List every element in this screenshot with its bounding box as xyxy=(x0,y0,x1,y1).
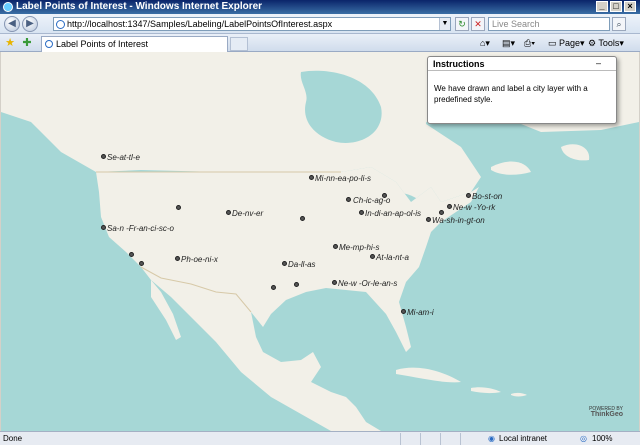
page-menu-label: Page xyxy=(559,38,581,48)
new-tab-button[interactable] xyxy=(230,37,248,51)
city-marker[interactable] xyxy=(176,205,181,210)
city-marker[interactable] xyxy=(309,175,314,180)
window-title-bar: Label Points of Interest - Windows Inter… xyxy=(0,0,640,14)
back-button[interactable]: ◀ xyxy=(4,16,20,32)
thinkgeo-logo: POWERED BY ThinkGeo xyxy=(575,406,623,424)
instructions-title: Instructions xyxy=(428,57,616,71)
city-label: Ph-oe-ni-x xyxy=(181,255,218,264)
address-dropdown-icon[interactable]: ▼ xyxy=(439,18,450,30)
forward-button[interactable]: ▶ xyxy=(22,16,38,32)
city-marker[interactable] xyxy=(271,285,276,290)
ie-icon xyxy=(3,2,13,12)
address-bar-row: ◀ ▶ http://localhost:1347/Samples/Labeli… xyxy=(0,14,640,34)
city-label: Ne-w -Yo-rk xyxy=(453,203,496,212)
search-placeholder: Live Search xyxy=(492,19,540,29)
city-marker[interactable] xyxy=(300,216,305,221)
city-marker[interactable] xyxy=(401,309,406,314)
city-label: De-nv-er xyxy=(232,209,264,218)
city-label: Se-at-tl-e xyxy=(107,153,140,162)
tab-page-icon xyxy=(45,40,53,48)
city-label: At-la-nt-a xyxy=(376,253,409,262)
print-icon[interactable]: ⎙▾ xyxy=(524,37,535,50)
city-marker[interactable] xyxy=(294,282,299,287)
page-menu[interactable]: ▭ Page▾ xyxy=(548,37,585,50)
city-label: Ne-w -Or-le-an-s xyxy=(338,279,398,288)
city-label: Ch-ic-ag-o xyxy=(353,196,391,205)
stop-button[interactable]: ✕ xyxy=(471,17,485,31)
tools-menu[interactable]: ⚙ Tools▾ xyxy=(588,37,624,50)
city-marker[interactable] xyxy=(129,252,134,257)
add-favorite-icon[interactable]: ✚ xyxy=(21,37,33,49)
refresh-button[interactable]: ↻ xyxy=(455,17,469,31)
maximize-window-button[interactable]: □ xyxy=(610,1,622,12)
minimize-window-button[interactable]: _ xyxy=(596,1,608,12)
page-icon xyxy=(56,20,65,29)
zone-label: Local intranet xyxy=(499,434,548,443)
city-marker[interactable] xyxy=(439,210,444,215)
tab-label: Label Points of Interest xyxy=(56,39,149,49)
city-marker[interactable] xyxy=(139,261,144,266)
favorites-star-icon[interactable]: ★ xyxy=(4,37,16,49)
city-label: In-di-an-ap-ol-is xyxy=(365,209,422,218)
city-label: Mi-am-i xyxy=(407,308,434,317)
city-marker[interactable] xyxy=(101,154,106,159)
city-marker[interactable] xyxy=(101,225,106,230)
city-marker[interactable] xyxy=(466,193,471,198)
intranet-icon: ◉ xyxy=(488,434,495,443)
status-text: Done xyxy=(3,434,23,443)
city-marker[interactable] xyxy=(370,254,375,259)
city-marker[interactable] xyxy=(282,261,287,266)
city-marker[interactable] xyxy=(426,217,431,222)
city-label: Bo-st-on xyxy=(472,192,503,201)
city-label: Wa-sh-in-gt-on xyxy=(432,216,485,225)
map-view[interactable]: Se-at-tl-e Mi-nn-ea-po-li-s Ch-ic-ag-o B… xyxy=(1,52,639,431)
city-marker[interactable] xyxy=(332,280,337,285)
feeds-icon[interactable]: ▤▾ xyxy=(502,37,515,50)
city-marker[interactable] xyxy=(346,197,351,202)
city-marker[interactable] xyxy=(333,244,338,249)
home-icon[interactable]: ⌂▾ xyxy=(480,37,490,50)
zoom-level[interactable]: 100% xyxy=(592,432,612,445)
tools-menu-label: Tools xyxy=(598,38,620,48)
protected-mode-icon: ◎ xyxy=(580,434,587,443)
tab-row: ★ ✚ Label Points of Interest ⌂▾ ▤▾ ⎙▾ ▭ … xyxy=(0,34,640,52)
status-segment xyxy=(460,433,485,445)
city-marker[interactable] xyxy=(447,204,452,209)
status-segment xyxy=(400,433,420,445)
search-icon[interactable]: ⌕ xyxy=(612,17,626,31)
tab-label-points[interactable]: Label Points of Interest xyxy=(41,36,228,52)
status-bar: Done ◉ Local intranet ◎ 100% xyxy=(0,431,640,445)
window-title: Label Points of Interest - Windows Inter… xyxy=(16,1,263,12)
status-segment xyxy=(420,433,440,445)
address-url: http://localhost:1347/Samples/Labeling/L… xyxy=(67,19,333,29)
city-label: Sa-n -Fr-an-ci-sc-o xyxy=(107,224,174,233)
city-marker[interactable] xyxy=(175,256,180,261)
address-field[interactable]: http://localhost:1347/Samples/Labeling/L… xyxy=(53,17,451,31)
status-segment xyxy=(440,433,460,445)
company-name: ThinkGeo xyxy=(590,411,623,418)
city-label: Mi-nn-ea-po-li-s xyxy=(315,174,372,183)
close-window-button[interactable]: × xyxy=(624,1,636,12)
search-input[interactable]: Live Search xyxy=(488,17,610,31)
instructions-panel: Instructions – We have drawn and label a… xyxy=(427,56,617,124)
city-marker[interactable] xyxy=(359,210,364,215)
city-label: Da-ll-as xyxy=(288,260,316,269)
minimize-panel-button[interactable]: – xyxy=(596,58,601,68)
city-marker[interactable] xyxy=(226,210,231,215)
instructions-body: We have drawn and label a city layer wit… xyxy=(434,84,588,104)
city-label: Me-mp-hi-s xyxy=(339,243,380,252)
